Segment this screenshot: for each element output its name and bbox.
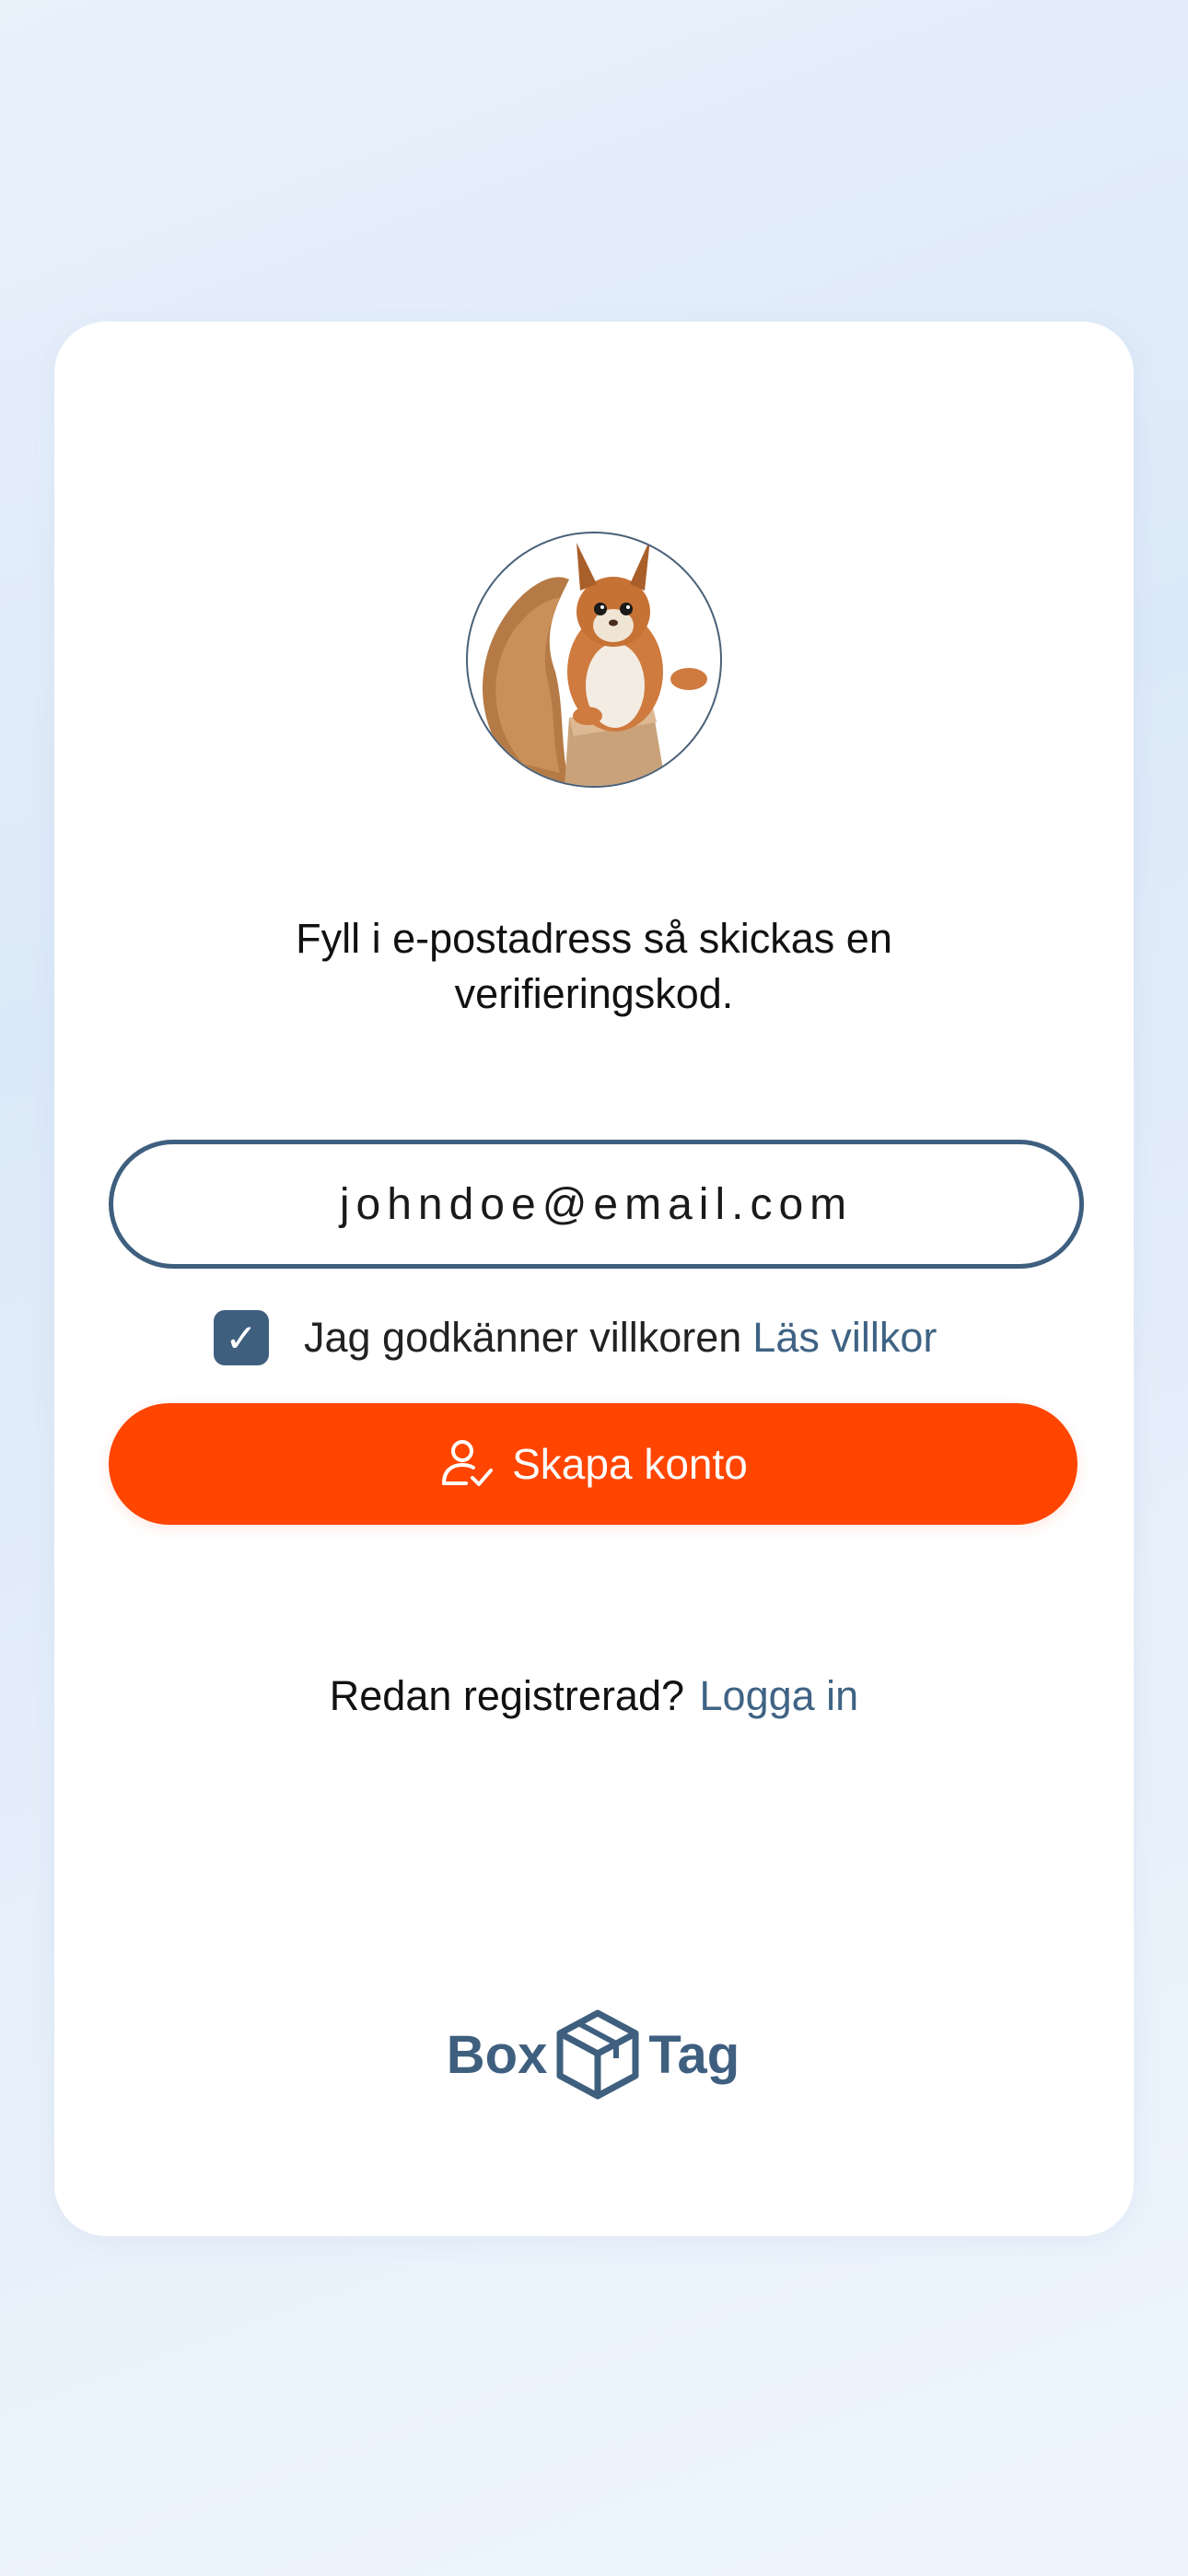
login-link[interactable]: Logga in xyxy=(700,1672,859,1719)
email-value[interactable]: johndoe@email.com xyxy=(340,1179,853,1230)
user-check-icon xyxy=(438,1435,495,1493)
squirrel-mascot-avatar xyxy=(466,532,722,788)
logo-text-box: Box xyxy=(446,2024,548,2085)
create-account-button[interactable]: Skapa konto xyxy=(109,1403,1077,1525)
read-terms-link[interactable]: Läs villkor xyxy=(752,1314,937,1362)
terms-row: ✓ Jag godkänner villkoren Läs villkor xyxy=(214,1309,937,1366)
email-field[interactable]: johndoe@email.com xyxy=(109,1140,1084,1269)
logo-text-tag: Tag xyxy=(648,2024,740,2085)
terms-label: Jag godkänner villkoren xyxy=(304,1314,742,1361)
signup-card: Fyll i e-postadress så skickas en verifi… xyxy=(54,322,1134,2236)
boxtag-logo: Box Tag xyxy=(437,2004,750,2105)
already-registered-text: Redan registrerad? xyxy=(329,1672,685,1719)
squirrel-mascot-image xyxy=(483,539,707,786)
box-logo-icon xyxy=(551,2008,645,2102)
terms-checkbox[interactable]: ✓ xyxy=(214,1310,269,1365)
checkmark-icon: ✓ xyxy=(225,1316,258,1360)
instructions-text: Fyll i e-postadress så skickas en verifi… xyxy=(296,915,892,1017)
login-row: Redan registrerad? Logga in xyxy=(54,1672,1134,1720)
create-account-label: Skapa konto xyxy=(512,1440,748,1488)
